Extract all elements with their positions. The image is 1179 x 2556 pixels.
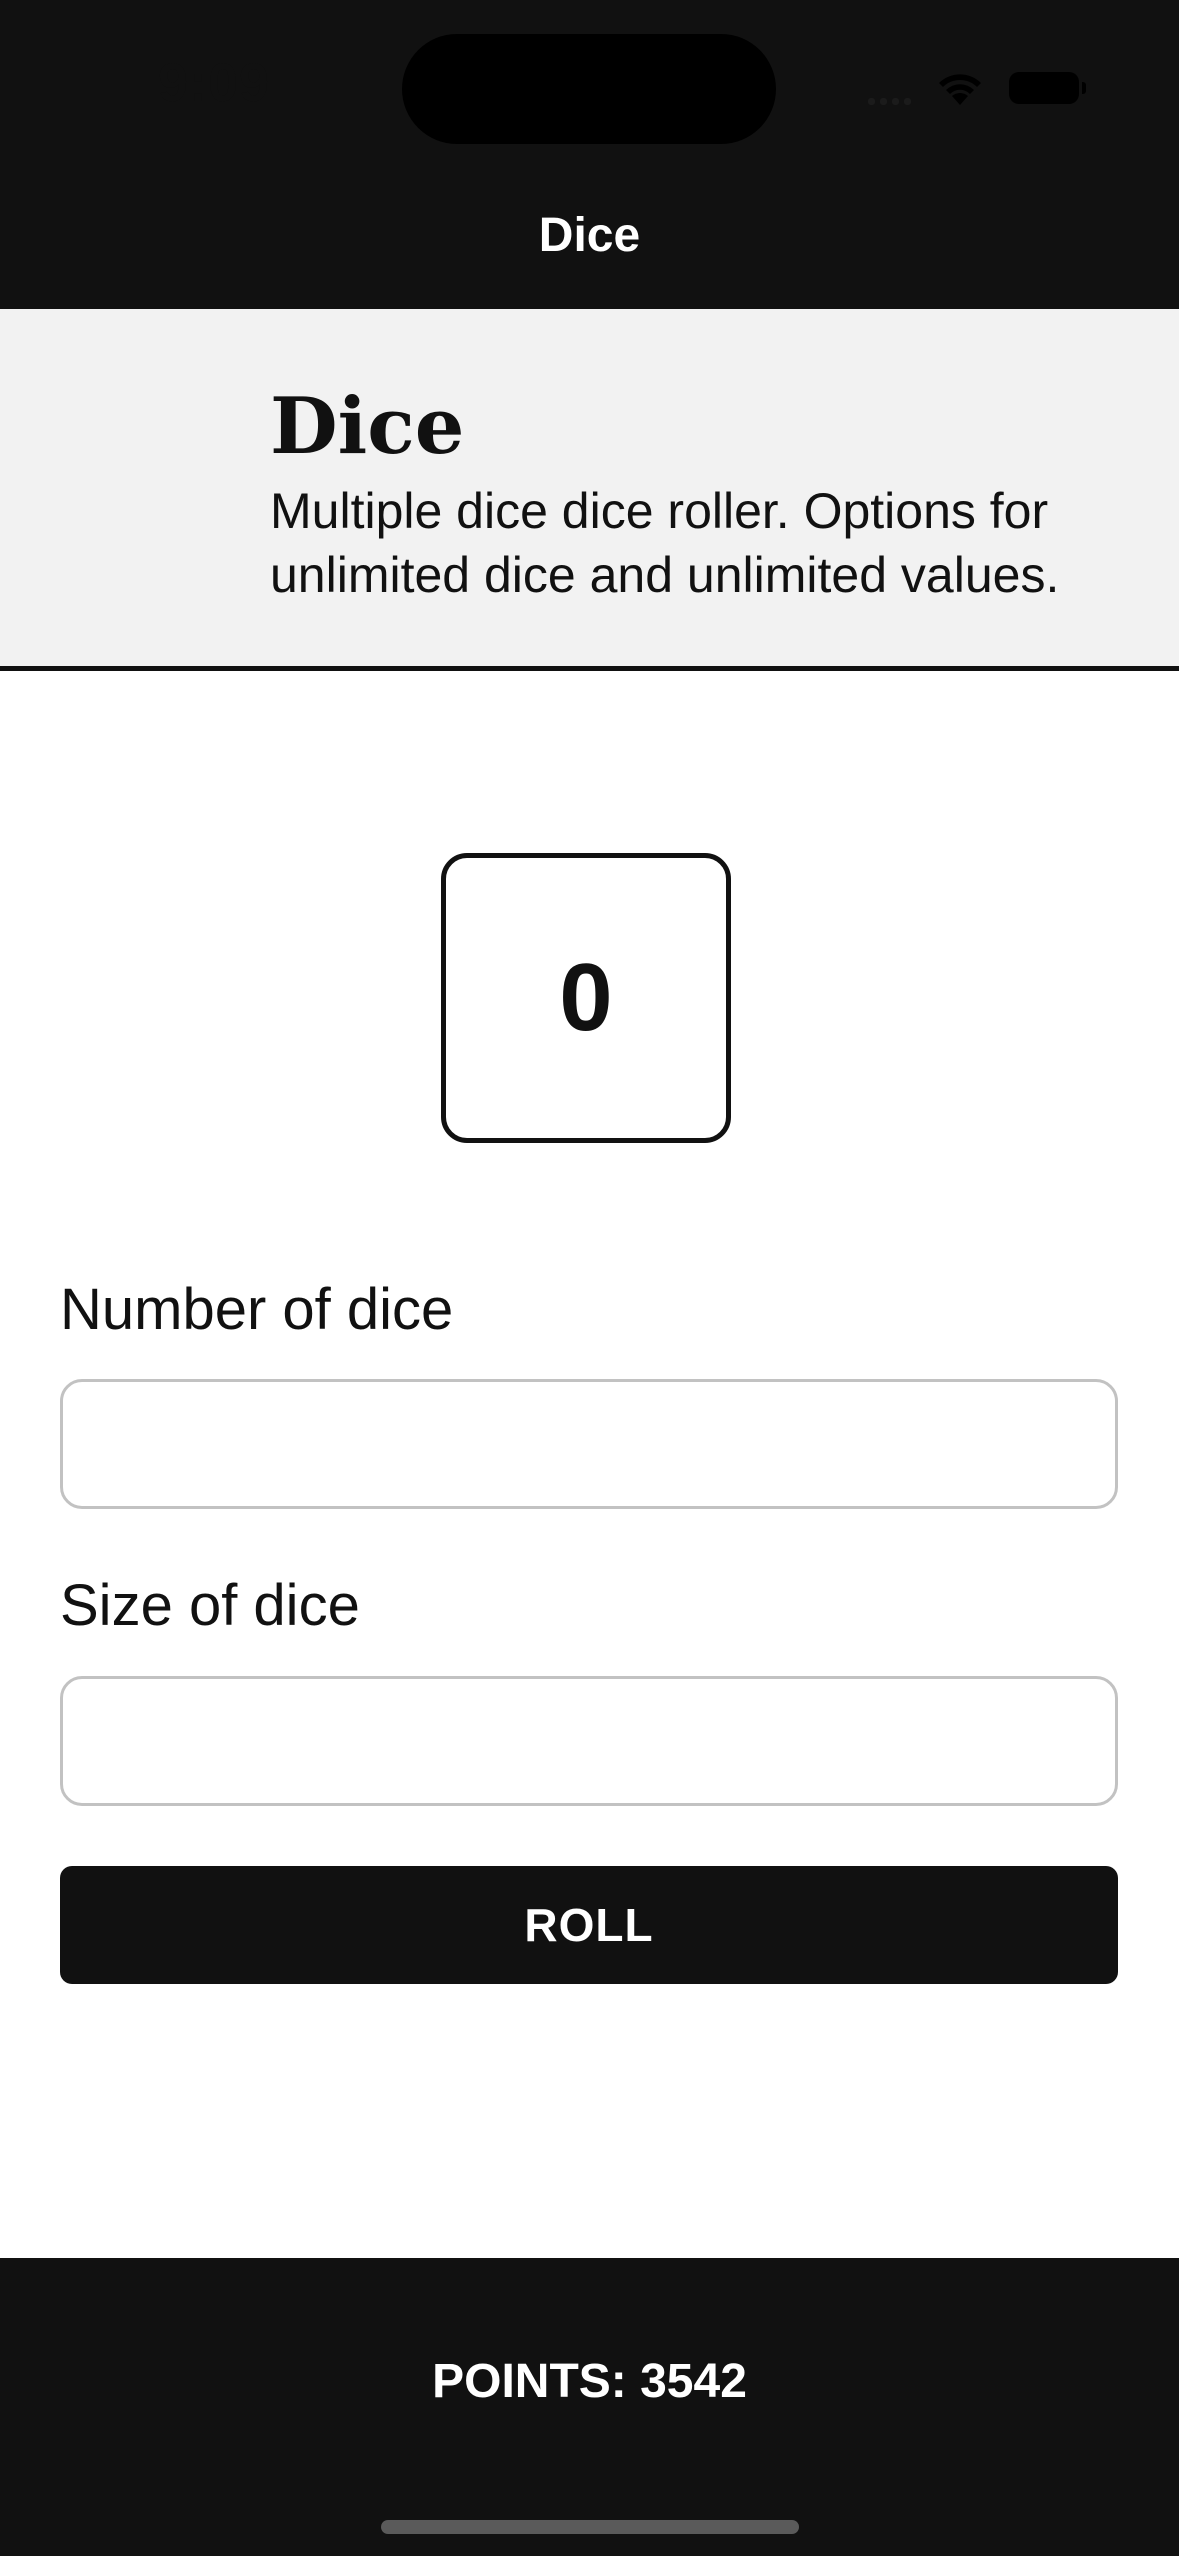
number-of-dice-input[interactable] — [60, 1379, 1118, 1509]
dice-result: 0 — [441, 853, 731, 1143]
size-of-dice-input[interactable] — [60, 1676, 1118, 1806]
dynamic-island — [402, 34, 776, 144]
footer-bar: POINTS: 3542 — [0, 2258, 1179, 2556]
status-icons — [868, 62, 1086, 114]
page-title: Dice — [270, 381, 465, 472]
header-panel: Dice Multiple dice dice roller. Options … — [0, 309, 1179, 671]
nav-title: Dice — [538, 209, 641, 262]
number-of-dice-label: Number of dice — [60, 1277, 454, 1342]
roll-button[interactable]: ROLL — [60, 1866, 1118, 1984]
home-indicator[interactable] — [381, 2520, 799, 2534]
app-screen: 9:09 Dice Dice Multiple dice dice roller… — [0, 0, 1179, 2556]
points-display: POINTS: 3542 — [432, 2355, 747, 2408]
size-of-dice-label: Size of dice — [60, 1573, 360, 1638]
cellular-signal-icon — [868, 71, 911, 105]
page-description: Multiple dice dice roller. Options for u… — [270, 483, 1060, 603]
status-time: 9:09 — [158, 53, 271, 113]
top-bar: 9:09 Dice — [0, 0, 1179, 309]
wifi-icon — [935, 69, 985, 107]
battery-icon — [1009, 72, 1086, 104]
